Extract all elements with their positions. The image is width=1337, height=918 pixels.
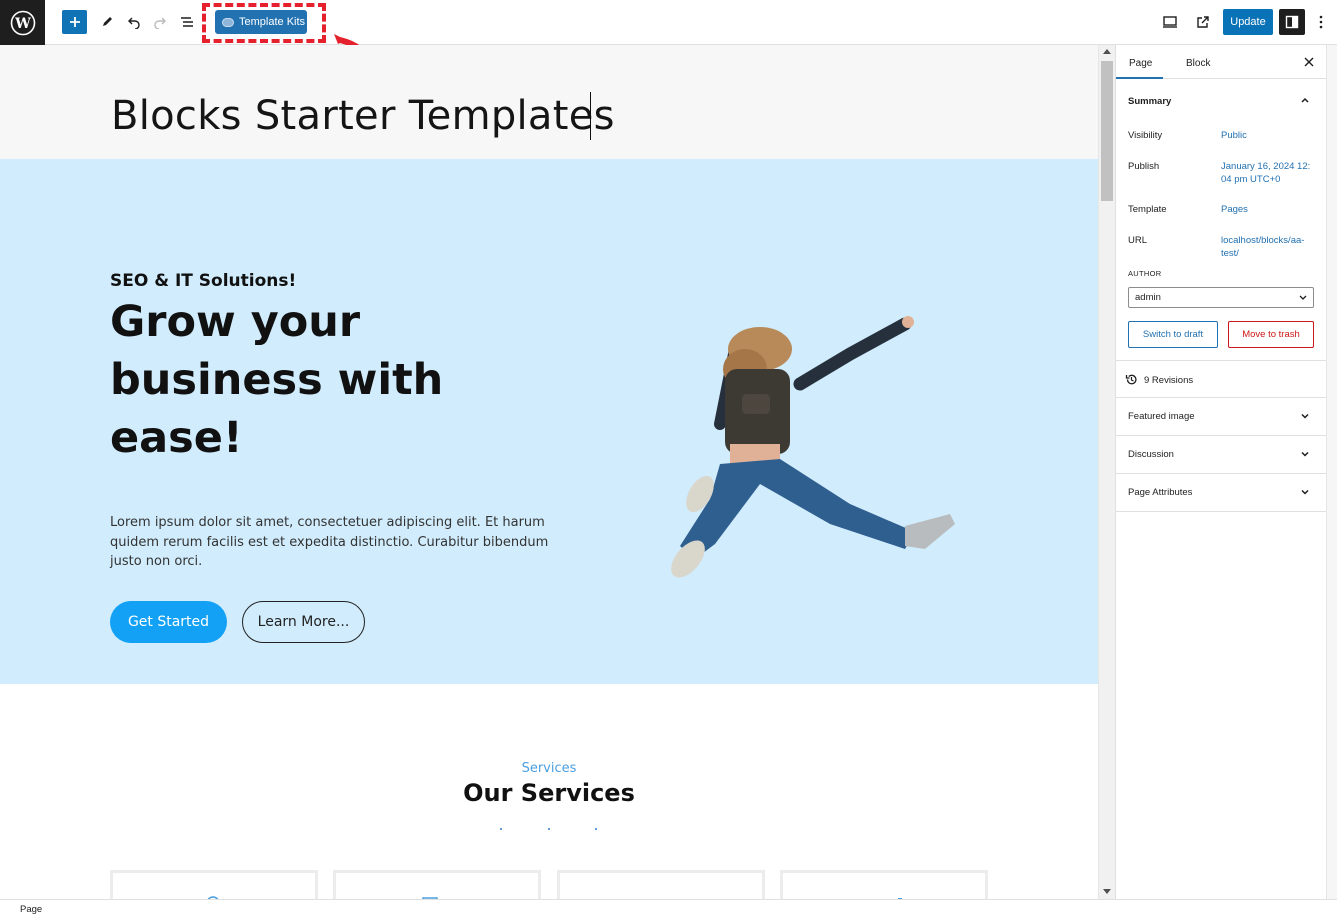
page-title-input[interactable]: Blocks Starter Templates: [111, 93, 615, 139]
wordpress-logo-icon[interactable]: W: [0, 0, 45, 45]
settings-sidebar: Page Block Summary Visibility Public Pub…: [1115, 45, 1327, 899]
revisions-label: 9 Revisions: [1144, 375, 1194, 386]
tab-block[interactable]: Block: [1186, 58, 1210, 69]
active-tab-indicator: [1116, 77, 1163, 79]
visibility-label: Visibility: [1128, 130, 1163, 141]
preview-button[interactable]: [1157, 9, 1183, 35]
discussion-panel[interactable]: Discussion: [1116, 436, 1327, 474]
service-card[interactable]: [780, 870, 988, 899]
chevron-down-icon: [1301, 413, 1309, 419]
redo-icon: [154, 17, 166, 29]
visibility-value[interactable]: Public: [1221, 129, 1316, 142]
services-title[interactable]: Our Services: [0, 779, 1098, 807]
close-icon: [1304, 57, 1314, 67]
list-view-button[interactable]: [174, 9, 200, 35]
options-button[interactable]: [1309, 9, 1333, 35]
chevron-down-icon: [1301, 451, 1309, 457]
hero-section[interactable]: SEO & IT Solutions! Grow your business w…: [0, 159, 1098, 684]
featured-image-title: Featured image: [1128, 411, 1195, 422]
sidebar-tabs: Page Block: [1116, 45, 1327, 79]
services-divider-dots: [500, 828, 600, 832]
services-eyebrow[interactable]: Services: [0, 761, 1098, 776]
summary-panel-title[interactable]: Summary: [1128, 96, 1171, 107]
revisions-row[interactable]: 9 Revisions: [1116, 361, 1327, 398]
desktop-preview-icon: [1163, 16, 1177, 28]
list-view-icon: [181, 17, 193, 27]
author-value: admin: [1135, 292, 1161, 303]
settings-toggle-button[interactable]: [1279, 9, 1305, 35]
move-to-trash-button[interactable]: Move to trash: [1228, 321, 1314, 348]
view-page-button[interactable]: [1190, 9, 1216, 35]
update-label: Update: [1230, 16, 1266, 28]
close-sidebar-button[interactable]: [1301, 54, 1317, 70]
more-vertical-icon: [1319, 15, 1323, 29]
chevron-up-icon[interactable]: [1299, 94, 1311, 106]
switch-to-draft-button[interactable]: Switch to draft: [1128, 321, 1218, 348]
tools-button[interactable]: [94, 9, 120, 35]
service-icon: [898, 898, 902, 899]
service-card[interactable]: [333, 870, 541, 899]
breadcrumb-page[interactable]: Page: [20, 904, 42, 915]
learn-more-button[interactable]: Learn More...: [242, 601, 365, 643]
template-kits-button[interactable]: Template Kits: [215, 10, 307, 34]
editor-toolbar: W Template Kits Update: [0, 0, 1337, 91]
page-attributes-title: Page Attributes: [1128, 487, 1193, 498]
editor-canvas[interactable]: Blocks Starter Templates SEO & IT Soluti…: [0, 45, 1098, 899]
scrollbar-thumb[interactable]: [1101, 61, 1113, 201]
sidebar-scrollbar[interactable]: [1326, 45, 1337, 899]
external-link-icon: [1197, 16, 1209, 28]
hero-eyebrow[interactable]: SEO & IT Solutions!: [110, 271, 296, 291]
publish-label: Publish: [1128, 161, 1160, 172]
template-kits-icon: [222, 17, 234, 27]
template-value[interactable]: Pages: [1221, 203, 1316, 216]
template-label: Template: [1128, 204, 1167, 215]
scroll-down-arrow-icon[interactable]: [1103, 889, 1111, 894]
service-icon: [422, 897, 438, 899]
block-breadcrumb-bar: Page: [0, 899, 1337, 918]
pencil-icon: [103, 17, 112, 26]
text-caret: [590, 92, 591, 140]
undo-icon: [128, 17, 140, 29]
hero-paragraph[interactable]: Lorem ipsum dolor sit amet, consectetuer…: [110, 513, 560, 572]
service-card[interactable]: [557, 870, 765, 899]
featured-image-panel[interactable]: Featured image: [1116, 398, 1327, 436]
template-kits-label: Template Kits: [239, 16, 306, 28]
service-card[interactable]: [110, 870, 318, 899]
url-value[interactable]: localhost/blocks/aa-test/: [1221, 234, 1307, 260]
add-block-button[interactable]: [62, 10, 87, 34]
service-icon: [207, 896, 219, 899]
author-select[interactable]: admin: [1128, 287, 1314, 308]
undo-button[interactable]: [121, 9, 147, 35]
chevron-down-icon: [1301, 489, 1309, 495]
jumping-person-image[interactable]: [650, 314, 970, 594]
summary-panel: Summary Visibility Public Publish Januar…: [1116, 80, 1327, 361]
redo-button[interactable]: [147, 9, 173, 35]
scroll-up-arrow-icon[interactable]: [1103, 49, 1111, 54]
svg-text:W: W: [14, 16, 31, 32]
canvas-scrollbar[interactable]: [1098, 45, 1115, 899]
sidebar-settings-icon: [1285, 15, 1299, 29]
tab-page[interactable]: Page: [1129, 58, 1152, 69]
author-label: AUTHOR: [1128, 269, 1162, 278]
chevron-down-icon: [1299, 295, 1307, 300]
get-started-button[interactable]: Get Started: [110, 601, 227, 643]
discussion-title: Discussion: [1128, 449, 1174, 460]
page-attributes-panel[interactable]: Page Attributes: [1116, 474, 1327, 512]
publish-value[interactable]: January 16, 2024 12:04 pm UTC+0: [1221, 160, 1311, 186]
title-area: Blocks Starter Templates: [0, 45, 1098, 159]
hero-heading[interactable]: Grow your business with ease!: [110, 293, 530, 467]
update-button[interactable]: Update: [1223, 9, 1273, 35]
history-icon: [1125, 374, 1137, 385]
plus-icon: [69, 17, 80, 27]
url-label: URL: [1128, 235, 1148, 246]
service-icon: [560, 873, 768, 899]
